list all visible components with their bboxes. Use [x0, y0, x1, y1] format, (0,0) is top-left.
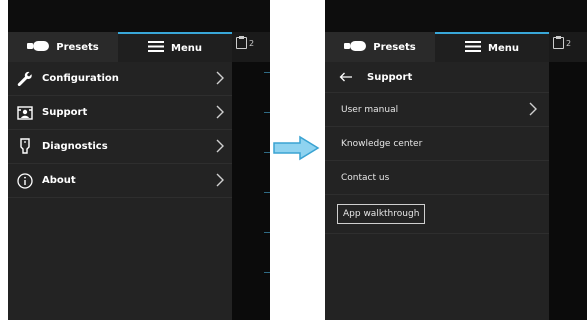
- diagnostics-icon: [16, 138, 34, 155]
- submenu-header: Support: [325, 62, 549, 93]
- menu-item-support[interactable]: Support: [8, 96, 232, 130]
- clipboard-badge[interactable]: 2: [553, 36, 572, 49]
- image-area-edge: [232, 62, 270, 320]
- probe-icon: [27, 40, 50, 54]
- top-strip: [325, 0, 587, 32]
- tab-bar: Presets Menu: [8, 32, 232, 62]
- menu-item-label: About: [42, 175, 76, 186]
- submenu-item-label: User manual: [341, 104, 399, 115]
- tab-presets[interactable]: Presets: [8, 32, 118, 62]
- tab-menu-label: Menu: [171, 42, 202, 54]
- right-device-screen: Presets Menu 2 Support User manual Knowl…: [325, 0, 587, 320]
- menu-item-configuration[interactable]: Configuration: [8, 62, 232, 96]
- menu-item-label: Configuration: [42, 73, 119, 84]
- chevron-right-icon: [216, 139, 224, 156]
- top-strip: [8, 0, 270, 32]
- submenu-item-knowledge-center[interactable]: Knowledge center: [325, 127, 549, 161]
- transition-arrow-icon: [272, 135, 320, 165]
- chevron-right-icon: [216, 173, 224, 190]
- back-arrow-icon[interactable]: [339, 72, 353, 82]
- clipboard-badge[interactable]: 2: [236, 36, 255, 49]
- chevron-right-icon: [529, 102, 537, 119]
- wrench-icon: [16, 71, 34, 87]
- hamburger-icon: [465, 41, 481, 55]
- menu-item-diagnostics[interactable]: Diagnostics: [8, 130, 232, 164]
- menu-item-label: Support: [42, 107, 88, 118]
- tab-menu-label: Menu: [488, 42, 519, 54]
- menu-item-about[interactable]: About: [8, 164, 232, 198]
- chevron-right-icon: [216, 105, 224, 122]
- submenu-item-label: Contact us: [341, 172, 390, 183]
- submenu-item-label: Knowledge center: [341, 138, 423, 149]
- clipboard-icon: [553, 36, 564, 49]
- tab-menu[interactable]: Menu: [118, 32, 232, 62]
- app-walkthrough-button[interactable]: App walkthrough: [337, 204, 426, 224]
- clipboard-icon: [236, 36, 247, 49]
- tab-menu[interactable]: Menu: [435, 32, 549, 62]
- menu-item-label: Diagnostics: [42, 141, 108, 152]
- tab-presets[interactable]: Presets: [325, 32, 435, 62]
- walkthrough-row: App walkthrough: [325, 195, 549, 234]
- tab-presets-label: Presets: [56, 41, 99, 53]
- scale-tick: [264, 72, 270, 73]
- submenu-title: Support: [367, 71, 413, 83]
- chevron-right-icon: [216, 71, 224, 88]
- submenu-item-user-manual[interactable]: User manual: [325, 93, 549, 127]
- support-icon: [16, 105, 34, 120]
- image-area-edge: [549, 62, 587, 320]
- submenu-item-contact-us[interactable]: Contact us: [325, 161, 549, 195]
- clipboard-count: 2: [249, 38, 255, 48]
- tab-bar: Presets Menu: [325, 32, 549, 62]
- info-icon: [16, 172, 34, 189]
- scale-tick: [264, 152, 270, 153]
- scale-tick: [264, 232, 270, 233]
- scale-tick: [264, 112, 270, 113]
- left-device-screen: Presets Menu 2 Configuration Support Dia…: [8, 0, 270, 320]
- tab-presets-label: Presets: [373, 41, 416, 53]
- support-submenu-list: Support User manual Knowledge center Con…: [325, 62, 549, 320]
- main-menu-list: Configuration Support Diagnostics About: [8, 62, 232, 320]
- scale-tick: [264, 192, 270, 193]
- hamburger-icon: [148, 41, 164, 55]
- probe-icon: [344, 40, 367, 54]
- clipboard-count: 2: [566, 38, 572, 48]
- scale-tick: [264, 272, 270, 273]
